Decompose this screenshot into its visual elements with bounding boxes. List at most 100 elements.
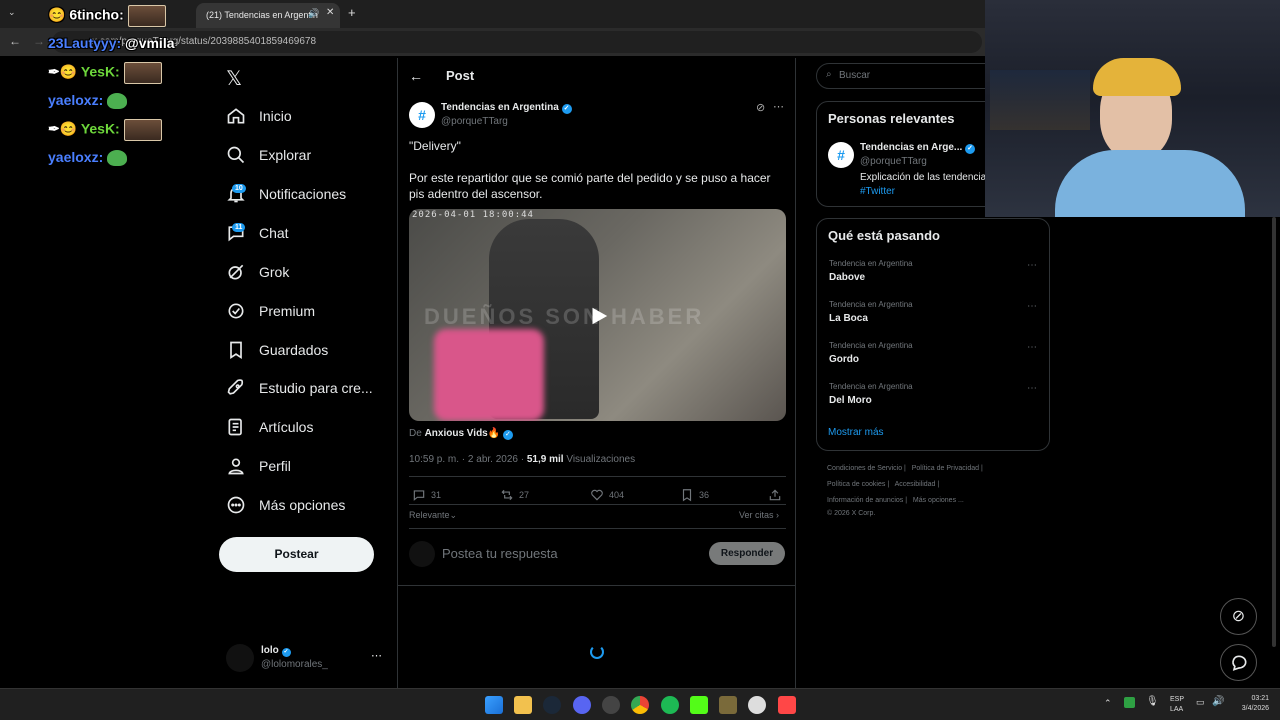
trend-name: Del Moro [829, 395, 872, 406]
chat-username: 6tincho: [69, 6, 124, 23]
notification-badge: 10 [232, 184, 246, 193]
ccleaner-icon[interactable] [748, 696, 766, 714]
back-arrow-icon[interactable]: ← [409, 68, 423, 84]
divider [409, 528, 786, 529]
post-more-icon[interactable]: ⋯ [773, 100, 784, 113]
chat-line-1: 😊 6tincho: [48, 5, 166, 27]
tray-chevron-icon[interactable]: ⌃ [1104, 698, 1112, 709]
view-quotes-link[interactable]: Ver citas › [739, 510, 779, 520]
discord-icon[interactable] [573, 696, 591, 714]
play-icon[interactable] [587, 305, 609, 327]
nav-item-premium[interactable]: Premium [226, 296, 315, 326]
account-switcher[interactable]: lolo ✓ @lolomorales_ ⋯ [226, 644, 386, 674]
author-name-row[interactable]: Tendencias en Argentina ✓ [441, 102, 572, 114]
nav-item-notificaciones[interactable]: 10 Notificaciones [226, 179, 346, 209]
bookmark-button[interactable]: 36 [680, 488, 709, 502]
obs-icon[interactable] [602, 696, 620, 714]
source-name[interactable]: Anxious Vids🔥 [425, 428, 501, 439]
clock[interactable]: 03:21 3/4/2026 [1233, 694, 1269, 714]
url-input[interactable]: x.com/porqueTTarg/status/203988540185946… [52, 31, 982, 53]
post-time[interactable]: 10:59 p. m. · 2 abr. 2026 · [409, 454, 524, 465]
trend-item[interactable]: Tendencia en Argentina Dabove [829, 259, 913, 283]
grok-explain-icon[interactable]: ⊘ [756, 101, 765, 114]
tray-app-icon[interactable] [1124, 697, 1135, 708]
nav-item-perfil[interactable]: Perfil [226, 451, 291, 481]
kick-icon[interactable] [690, 696, 708, 714]
game-icon[interactable] [719, 696, 737, 714]
nav-item-chat[interactable]: 11 Chat [226, 218, 289, 248]
relevant-name-row[interactable]: Tendencias en Arge... ✓ [860, 142, 976, 154]
nav-item-explorar[interactable]: Explorar [226, 140, 311, 170]
back-icon[interactable]: ← [9, 34, 21, 48]
like-button[interactable]: 404 [590, 488, 624, 502]
footer-link[interactable]: Más opciones ... [913, 497, 964, 504]
footer-row-2: Política de cookies | Accesibilidad | [827, 481, 940, 488]
chat-username: yaeloxz: [48, 92, 104, 108]
nav-item-mas-opciones[interactable]: Más opciones [226, 490, 345, 520]
spotify-icon[interactable] [661, 696, 679, 714]
share-button[interactable] [768, 488, 787, 502]
video-bag-shape [434, 329, 544, 421]
relevant-hashtag-link[interactable]: #Twitter [860, 186, 895, 197]
post-button[interactable]: Postear [219, 537, 374, 572]
nav-item-inicio[interactable]: Inicio [226, 101, 292, 131]
nav-item-guardados[interactable]: Guardados [226, 335, 328, 365]
file-explorer-icon[interactable] [514, 696, 532, 714]
nav-label: Más opciones [259, 497, 346, 513]
video-player[interactable]: 2026-04-01 18:00:44 DUEÑOS SON HABER [409, 209, 786, 421]
volume-icon[interactable]: 🔊 [1212, 696, 1224, 707]
reply-count: 31 [431, 490, 442, 500]
relevant-handle: @porqueTTarg [860, 156, 927, 167]
grok-float-button[interactable]: ⊘ [1220, 598, 1257, 635]
reply-button[interactable]: 31 [412, 488, 441, 502]
account-more-icon[interactable]: ⋯ [371, 649, 382, 662]
messages-float-button[interactable] [1220, 644, 1257, 681]
footer-link[interactable]: Condiciones de Servicio [827, 465, 902, 472]
footer-link[interactable]: Política de Privacidad [912, 465, 979, 472]
clock-date: 3/4/2026 [1241, 705, 1269, 712]
tab-list-chevron-icon[interactable]: ⌄ [8, 7, 16, 18]
divider [409, 476, 786, 477]
show-more-link[interactable]: Mostrar más [828, 427, 884, 438]
trend-item[interactable]: Tendencia en Argentina Gordo [829, 341, 913, 365]
tab-close-icon[interactable]: ✕ [326, 7, 334, 18]
forward-icon[interactable]: → [33, 34, 45, 48]
relevant-avatar[interactable]: # [828, 142, 854, 168]
footer-link[interactable]: Accesibilidad [895, 481, 936, 488]
chat-username: YesK: [80, 120, 120, 137]
trend-more-icon[interactable]: ⋯ [1027, 301, 1037, 312]
network-icon[interactable]: ▭ [1196, 697, 1205, 708]
sort-dropdown[interactable]: Relevante⌄ [409, 510, 457, 521]
trend-item[interactable]: Tendencia en Argentina Del Moro [829, 382, 913, 406]
windows-start-icon[interactable] [485, 696, 503, 714]
steam-icon[interactable] [543, 696, 561, 714]
author-avatar[interactable]: # [409, 102, 435, 128]
new-tab-icon[interactable]: + [348, 5, 356, 20]
nav-item-articulos[interactable]: Artículos [226, 412, 313, 442]
trend-more-icon[interactable]: ⋯ [1027, 383, 1037, 394]
nav-item-grok[interactable]: Grok [226, 257, 289, 287]
chat-line-6: yaeloxz: [48, 149, 128, 167]
page-scrollbar[interactable] [1272, 217, 1276, 647]
ea-app-icon[interactable] [778, 696, 796, 714]
tab-audio-icon[interactable]: 🔊 [308, 8, 319, 19]
reply-icon [413, 490, 425, 501]
trend-name: Gordo [829, 354, 859, 365]
footer-link[interactable]: Política de cookies [827, 481, 885, 488]
repost-button[interactable]: 27 [500, 488, 529, 502]
language-indicator[interactable]: ESP LAA [1170, 695, 1184, 715]
heart-icon [591, 489, 603, 501]
trend-more-icon[interactable]: ⋯ [1027, 260, 1037, 271]
more-icon [227, 496, 245, 514]
chat-emote-face-icon [123, 119, 162, 141]
x-logo-icon[interactable]: 𝕏 [226, 66, 242, 91]
nav-item-estudio[interactable]: Estudio para cre... [226, 373, 373, 403]
trend-more-icon[interactable]: ⋯ [1027, 342, 1037, 353]
reply-submit-button[interactable]: Responder [709, 542, 785, 565]
reply-input[interactable]: Postea tu respuesta [442, 546, 558, 561]
loading-spinner-icon [590, 645, 604, 659]
chrome-icon[interactable] [631, 696, 649, 714]
footer-link[interactable]: Información de anuncios [827, 497, 903, 504]
trend-item[interactable]: Tendencia en Argentina La Boca [829, 300, 913, 324]
microphone-icon[interactable]: 🎙 [1146, 696, 1159, 707]
